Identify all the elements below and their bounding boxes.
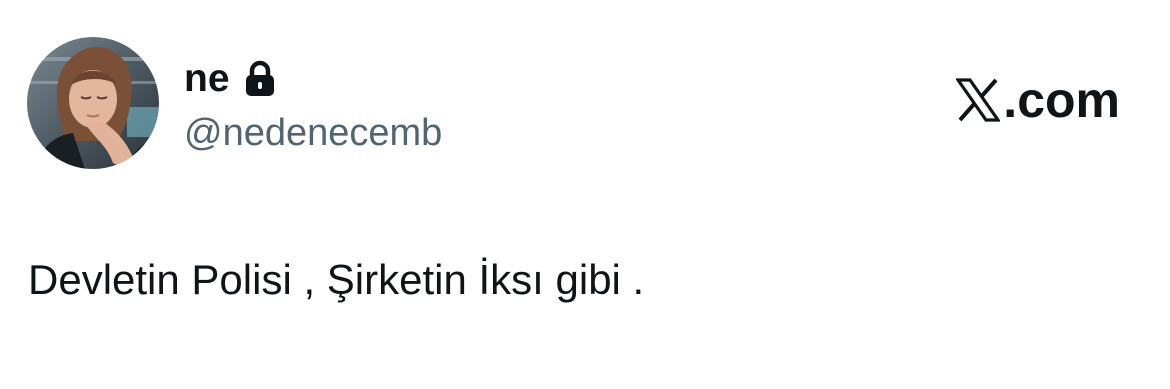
- user-handle[interactable]: @nedenecemb: [184, 108, 442, 158]
- x-logo-icon: [955, 78, 1002, 122]
- profile-photo-icon: [27, 37, 159, 169]
- lock-icon: [244, 60, 276, 98]
- tweet-text: Devletin Polisi , Şirketin İksı gibi .: [28, 256, 645, 303]
- brand-domain-suffix: .com: [1003, 72, 1120, 128]
- brand-watermark: .com: [955, 70, 1120, 130]
- avatar[interactable]: [27, 37, 159, 169]
- display-name[interactable]: ne: [184, 54, 230, 104]
- display-name-row[interactable]: ne: [184, 54, 276, 104]
